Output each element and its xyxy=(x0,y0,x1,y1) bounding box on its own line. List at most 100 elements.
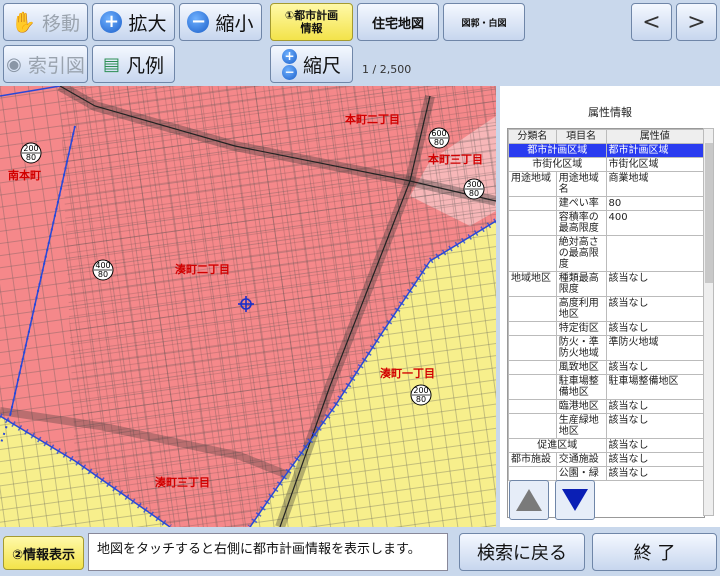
column-header: 分類名 xyxy=(508,129,557,144)
attribute-table-container[interactable]: 分類名 項目名 属性値 都市計画区域 都市計画区域 市街化区域 市街化区域 用途地域 用途… xyxy=(507,128,705,518)
value-cell: 該当なし xyxy=(605,399,704,414)
item-cell: 臨港地区 xyxy=(555,399,607,414)
category-cell xyxy=(508,296,557,322)
category-cell: 都市施設 xyxy=(508,452,557,467)
urban-plan-info-button[interactable]: ①都市計画 情報 xyxy=(270,3,353,41)
category-cell: 促進区域 xyxy=(508,438,607,453)
zone-marker: 600 80 xyxy=(428,127,450,149)
scale-button[interactable]: + − 縮尺 xyxy=(270,45,353,83)
value-cell: 80 xyxy=(605,196,704,211)
value-cell: 該当なし xyxy=(605,466,704,481)
category-cell xyxy=(508,399,557,414)
table-row[interactable]: 都市施設 交通施設 該当なし xyxy=(508,452,704,467)
item-cell: 交通施設 xyxy=(555,452,607,467)
item-cell: 容積率の最高限度 xyxy=(555,210,607,236)
item-cell: 建ぺい率 xyxy=(555,196,607,211)
table-row[interactable]: 用途地域 用途地域名 商業地域 xyxy=(508,171,704,197)
map-label-minami-honmachi: 南本町 xyxy=(8,168,41,182)
table-row[interactable]: 防火・準防火地域 準防火地域 xyxy=(508,335,704,361)
value-cell: 該当なし xyxy=(605,360,704,375)
zoom-out-button[interactable]: − 縮小 xyxy=(179,3,262,41)
svg-text:80: 80 xyxy=(434,138,444,147)
svg-text:80: 80 xyxy=(26,153,36,162)
scroll-down-button[interactable] xyxy=(555,480,595,520)
table-row[interactable]: 生産緑地地区 該当なし xyxy=(508,413,704,439)
category-cell xyxy=(508,321,557,336)
map-label-minatomachi-1: 湊町一丁目 xyxy=(380,366,435,380)
move-button[interactable]: ✋ 移動 xyxy=(3,3,88,41)
category-cell xyxy=(508,235,557,272)
category-cell xyxy=(508,360,557,375)
value-cell: 準防火地域 xyxy=(605,335,704,361)
table-row[interactable]: 風致地区 該当なし xyxy=(508,360,704,375)
category-cell: 都市計画区域 xyxy=(508,143,607,158)
item-cell: 防火・準防火地域 xyxy=(555,335,607,361)
table-row[interactable]: 促進区域 該当なし xyxy=(508,438,704,453)
value-cell: 市街化区域 xyxy=(605,157,704,172)
zoom-in-button[interactable]: + 拡大 xyxy=(92,3,175,41)
minus-icon: − xyxy=(187,11,210,33)
item-cell: 風致地区 xyxy=(555,360,607,375)
index-map-button[interactable]: ◉ 索引図 xyxy=(3,45,88,83)
table-row[interactable]: 特定街区 該当なし xyxy=(508,321,704,336)
value-cell: 400 xyxy=(605,210,704,236)
scroll-thumb[interactable] xyxy=(705,143,713,283)
zone-marker: 400 80 xyxy=(92,259,114,281)
zone-marker: 200 80 xyxy=(410,384,432,406)
table-row[interactable]: 絶対高さの最高限度 xyxy=(508,235,704,272)
attribute-panel: 属性情報 分類名 項目名 属性値 都市計画区域 都市計画区域 市街化区域 市街化区域用… xyxy=(500,86,720,527)
value-cell: 該当なし xyxy=(605,438,704,453)
item-cell: 特定街区 xyxy=(555,321,607,336)
item-cell: 絶対高さの最高限度 xyxy=(555,235,607,272)
table-row[interactable]: 市街化区域 市街化区域 xyxy=(508,157,704,172)
svg-text:80: 80 xyxy=(416,395,426,404)
category-cell: 市街化区域 xyxy=(508,157,607,172)
back-to-search-button[interactable]: 検索に戻る xyxy=(459,533,585,571)
item-cell: 駐車場整備地区 xyxy=(555,374,607,400)
layers-icon: ▤ xyxy=(102,53,120,75)
scale-value: 1 / 2,500 xyxy=(362,63,412,76)
column-header: 項目名 xyxy=(555,129,607,144)
table-scrollbar[interactable] xyxy=(703,128,714,516)
table-row[interactable]: 公園・緑 該当なし xyxy=(508,466,704,481)
svg-text:400: 400 xyxy=(95,261,110,270)
svg-text:80: 80 xyxy=(469,189,479,198)
svg-text:80: 80 xyxy=(98,270,108,279)
next-button[interactable]: > xyxy=(676,3,717,41)
svg-text:300: 300 xyxy=(466,180,481,189)
value-cell: 該当なし xyxy=(605,413,704,439)
value-cell: 該当なし xyxy=(605,271,704,297)
map-label-honmachi-2: 本町二丁目 xyxy=(345,112,400,126)
map-label-minatomachi-2: 湊町二丁目 xyxy=(175,262,230,276)
item-cell: 高度利用地区 xyxy=(555,296,607,322)
table-row[interactable]: 臨港地区 該当なし xyxy=(508,399,704,414)
table-row[interactable]: 高度利用地区 該当なし xyxy=(508,296,704,322)
panel-title: 属性情報 xyxy=(588,106,632,119)
zone-marker: 300 80 xyxy=(463,178,485,200)
category-cell: 地域地区 xyxy=(508,271,557,297)
attribute-table: 分類名 項目名 属性値 都市計画区域 都市計画区域 市街化区域 市街化区域 用途地域 用途… xyxy=(508,129,704,481)
svg-text:200: 200 xyxy=(23,144,38,153)
info-display-button[interactable]: ②情報表示 xyxy=(3,536,84,570)
value-cell: 該当なし xyxy=(605,452,704,467)
table-row[interactable]: 都市計画区域 都市計画区域 xyxy=(508,143,704,158)
end-button[interactable]: 終 了 xyxy=(592,533,717,571)
map-view[interactable]: 本町二丁目 南本町 本町三丁目 湊町二丁目 湊町一丁目 湊町三丁目 200 80… xyxy=(0,86,496,527)
category-cell: 用途地域 xyxy=(508,171,557,197)
value-cell: 該当なし xyxy=(605,296,704,322)
value-cell: 該当なし xyxy=(605,321,704,336)
map-canvas[interactable]: 本町二丁目 南本町 本町三丁目 湊町二丁目 湊町一丁目 湊町三丁目 200 80… xyxy=(0,86,496,527)
plus-icon: + xyxy=(100,11,123,33)
table-row[interactable]: 駐車場整備地区 駐車場整備地区 xyxy=(508,374,704,400)
prev-button[interactable]: < xyxy=(631,3,672,41)
scale-plus-minus-icon: + − xyxy=(281,48,297,80)
item-cell: 種類最高限度 xyxy=(555,271,607,297)
housing-map-button[interactable]: 住宅地図 xyxy=(357,3,439,41)
legend-button[interactable]: ▤ 凡例 xyxy=(92,45,175,83)
scroll-up-button[interactable] xyxy=(509,480,549,520)
table-row[interactable]: 容積率の最高限度 400 xyxy=(508,210,704,236)
zumen-button[interactable]: 図郭・白図 xyxy=(443,3,525,41)
table-row[interactable]: 建ぺい率 80 xyxy=(508,196,704,211)
table-row[interactable]: 地域地区 種類最高限度 該当なし xyxy=(508,271,704,297)
category-cell xyxy=(508,374,557,400)
